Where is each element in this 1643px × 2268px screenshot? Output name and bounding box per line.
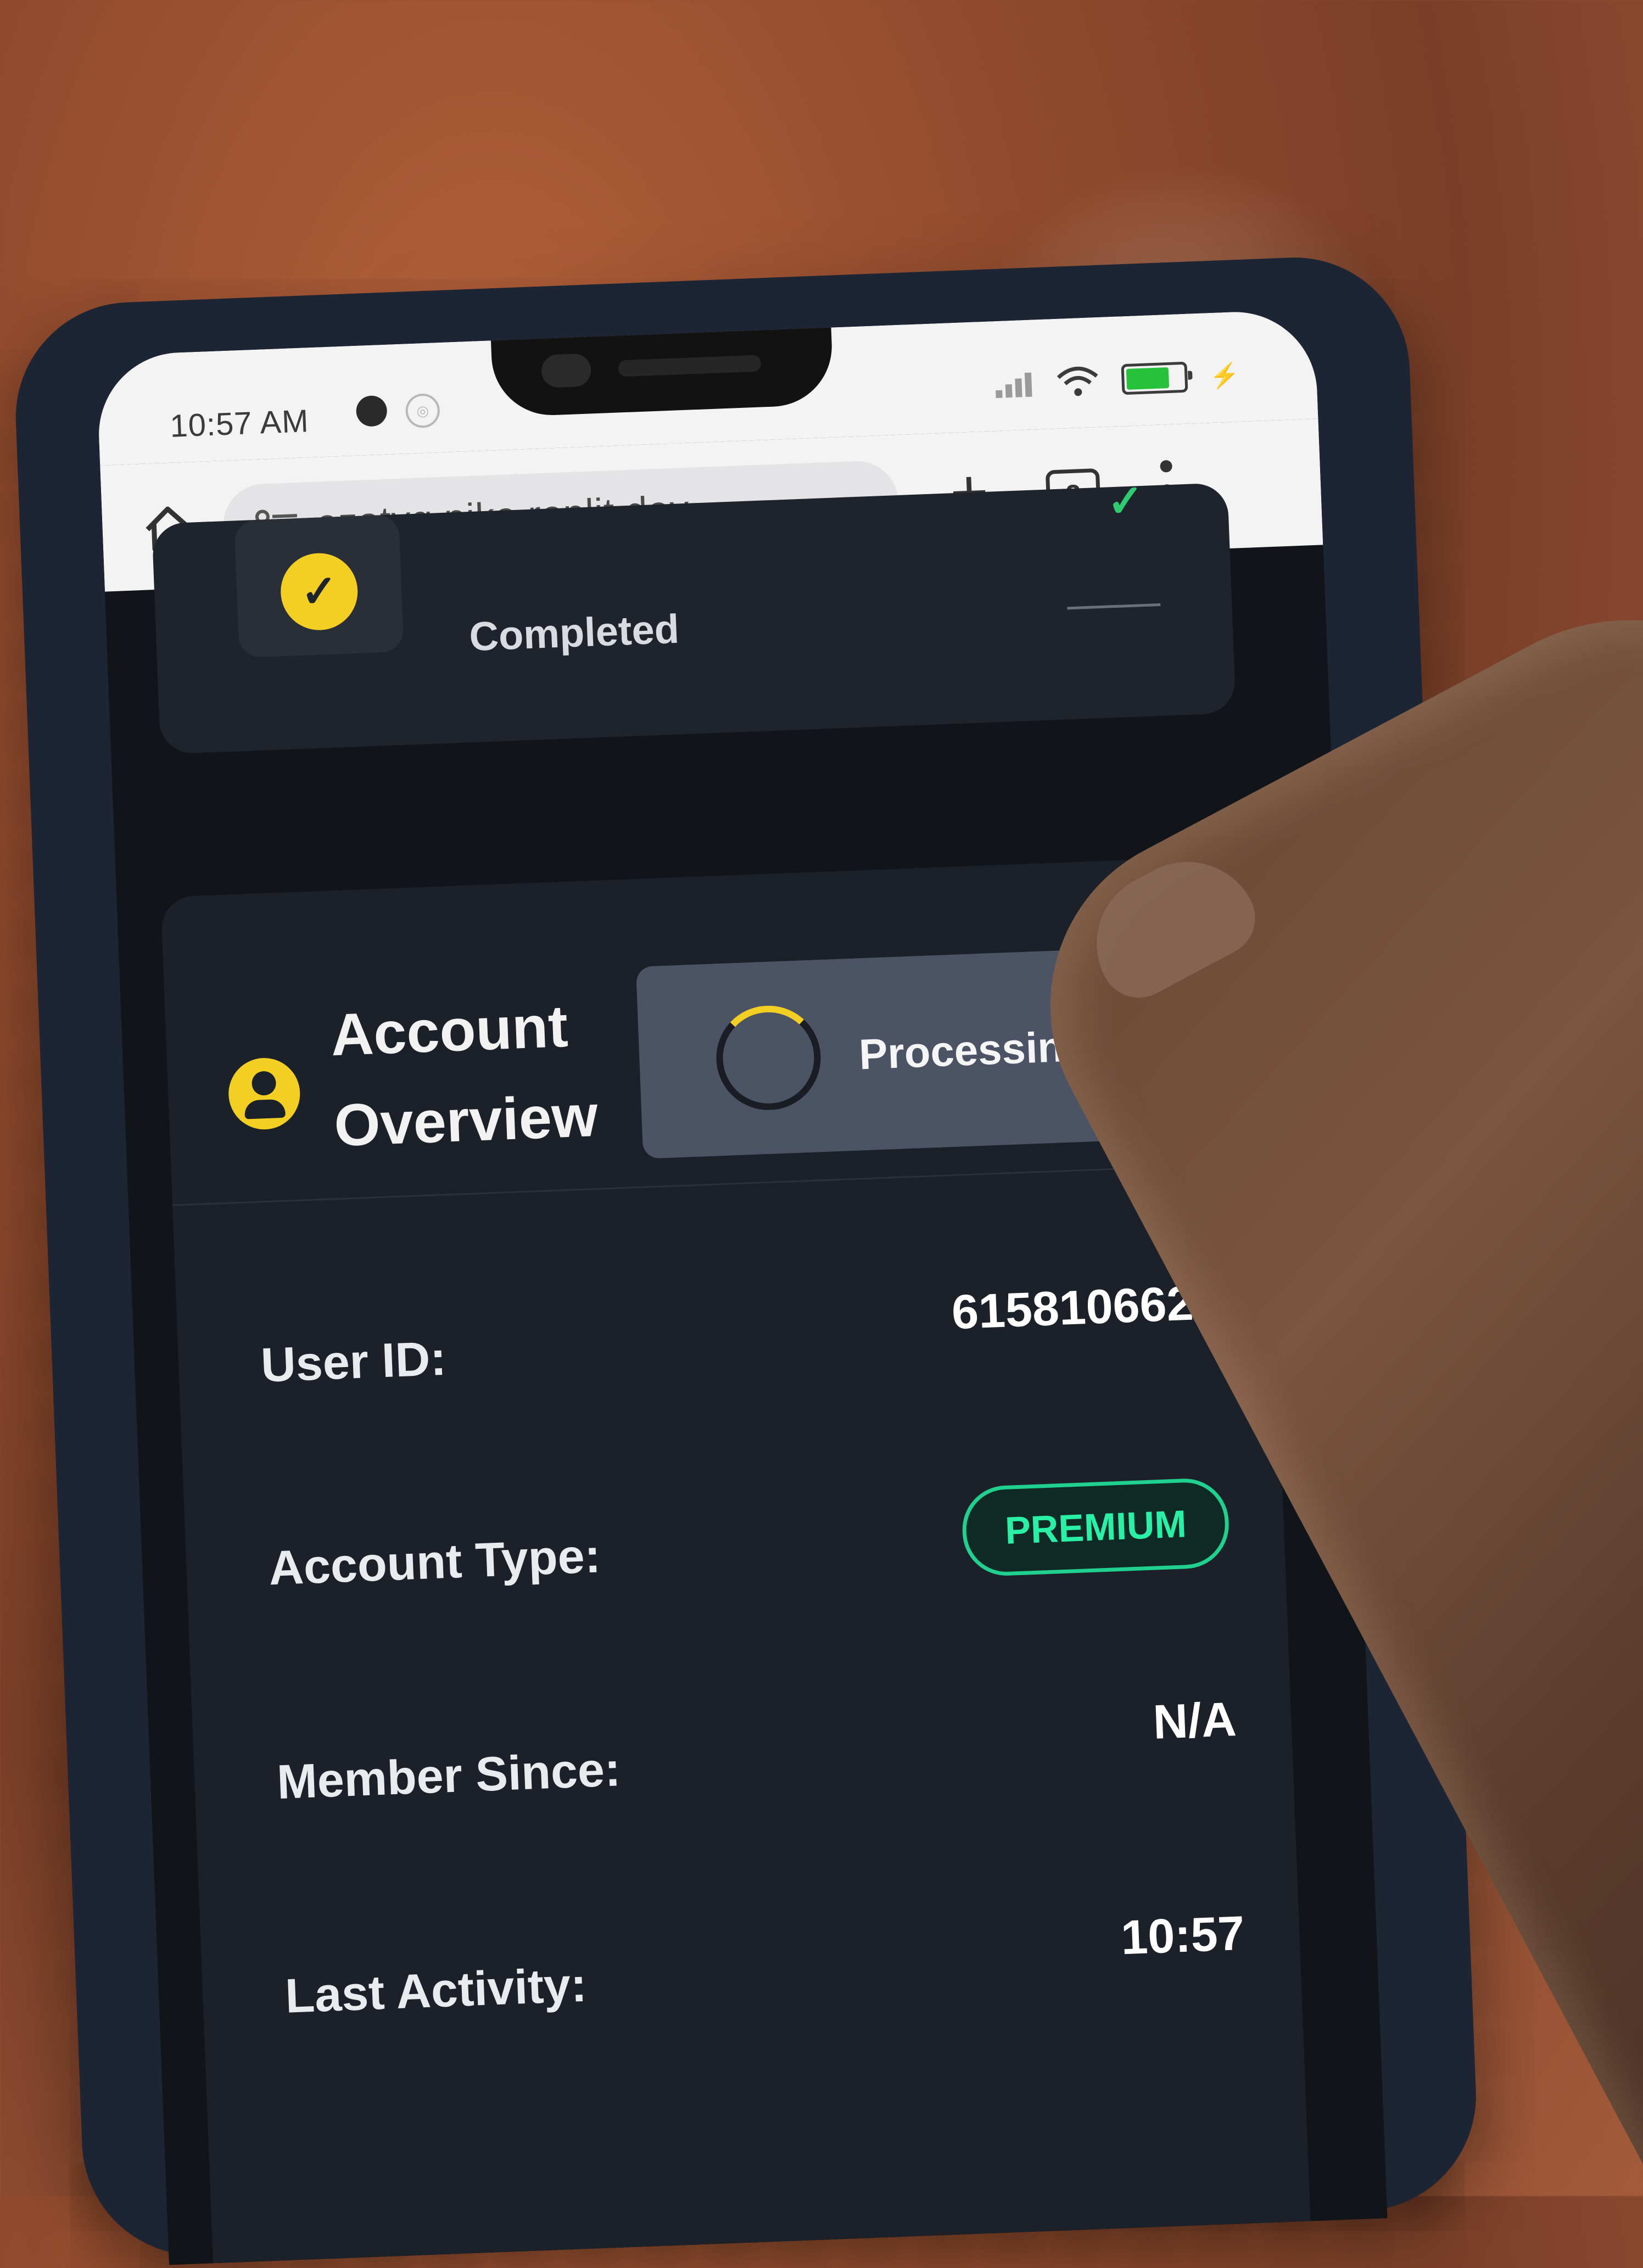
user-icon (227, 1056, 301, 1131)
notification-badge-icon: ◎ (405, 393, 440, 429)
info-row-user-id: User ID: 6158106622 (259, 1274, 1223, 1410)
info-label: Last Activity: (284, 1957, 588, 2023)
member-since-value: N/A (1152, 1692, 1238, 1749)
last-activity-value: 10:57 (1120, 1905, 1246, 1965)
wifi-icon (1057, 366, 1098, 396)
checkmark-icon: ✓ (1106, 475, 1145, 527)
info-row-last-activity: Last Activity: 10:57 (283, 1905, 1248, 2041)
front-camera (541, 353, 592, 388)
signal-icon (995, 369, 1035, 399)
earpiece-speaker (618, 355, 762, 377)
info-label: Account Type: (267, 1528, 602, 1595)
info-row-member-since: Member Since: N/A (275, 1691, 1239, 1827)
divider (1067, 603, 1161, 610)
info-label: Member Since: (276, 1741, 622, 1810)
charging-bolt-icon: ⚡ (1209, 362, 1240, 390)
status-time: 10:57 AM (169, 403, 310, 444)
camera-notch (490, 322, 834, 418)
premium-badge: PREMIUM (961, 1477, 1231, 1577)
notification-dot-icon (355, 395, 388, 427)
loading-spinner-icon (714, 1004, 823, 1112)
step-status-label: Completed (468, 606, 680, 660)
battery-icon (1121, 361, 1193, 395)
info-row-account-type: Account Type: PREMIUM (267, 1477, 1231, 1612)
step-card: ✓ Completed ✓ (152, 476, 1236, 754)
info-label: User ID: (260, 1330, 448, 1392)
card-title: Account Overview (329, 992, 599, 1159)
web-page: ✓ Completed ✓ Account Overview Processin… (104, 476, 1388, 2265)
status-icons: ⚡ (995, 359, 1240, 401)
